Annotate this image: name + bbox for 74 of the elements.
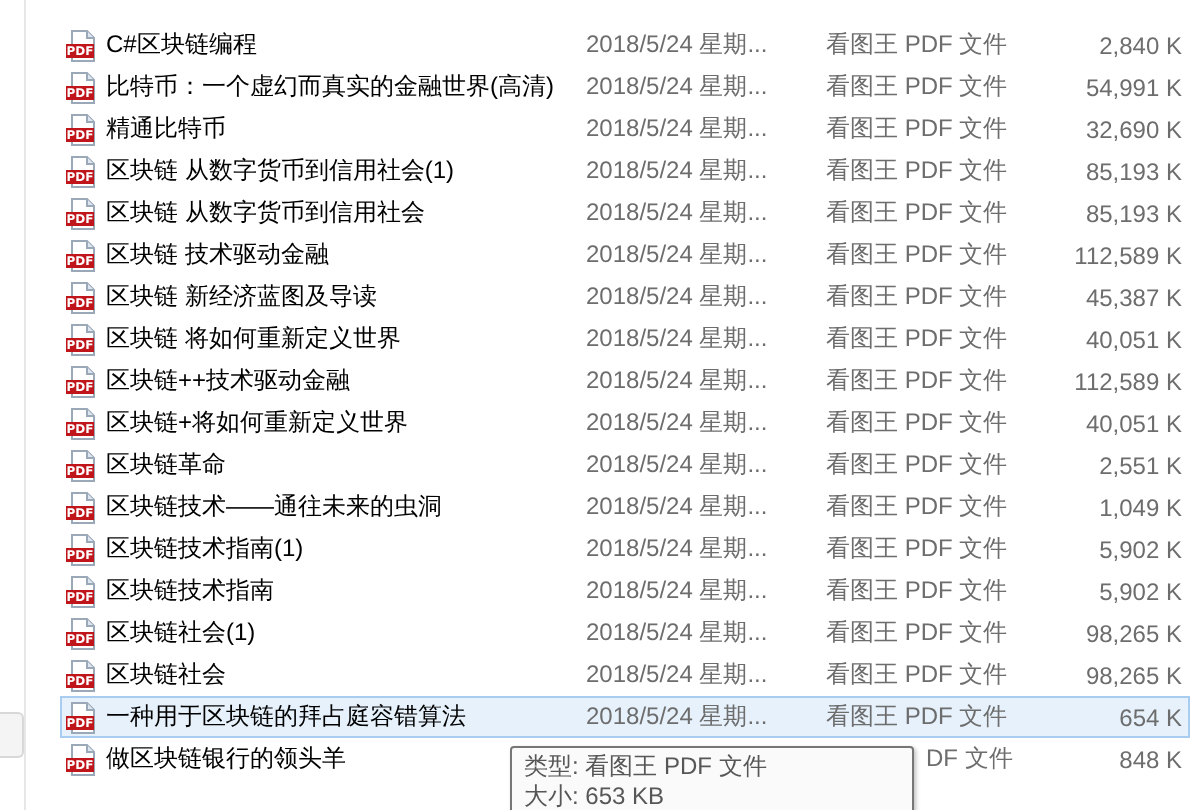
file-date: 2018/5/24 星期... [586,406,770,440]
file-size: 85,193 K [1083,157,1182,185]
file-size: 40,051 K [1083,409,1182,437]
file-date: 2018/5/24 星期... [586,322,770,356]
file-type: 看图王 PDF 文件 [826,322,1010,356]
file-type: 看图王 PDF 文件 [826,574,1010,608]
file-size: 32,690 K [1083,115,1182,143]
tooltip-line: 大小: 653 KB [524,782,667,810]
file-size: 2,840 K [1097,31,1182,59]
file-date: 2018/5/24 星期... [586,574,770,608]
file-type: 看图王 PDF 文件 [826,70,1010,104]
file-date: 2018/5/24 星期... [586,28,770,62]
file-size: 85,193 K [1083,199,1182,227]
file-type: DF 文件 [924,742,1015,776]
row-highlight[interactable] [60,696,1190,738]
file-name: 区块链 将如何重新定义世界 [106,324,401,352]
file-type: 看图王 PDF 文件 [826,280,1010,314]
file-type: 看图王 PDF 文件 [826,28,1010,62]
file-type: 看图王 PDF 文件 [826,238,1010,272]
file-size: 54,991 K [1083,73,1182,101]
file-name: 区块链 新经济蓝图及导读 [106,282,377,310]
file-type: 看图王 PDF 文件 [826,364,1010,398]
file-date: 2018/5/24 星期... [586,154,770,188]
file-date: 2018/5/24 星期... [586,490,770,524]
file-date: 2018/5/24 星期... [586,616,770,650]
file-date: 2018/5/24 星期... [586,532,770,566]
file-size: 98,265 K [1083,619,1182,647]
file-date: 2018/5/24 星期... [586,280,770,314]
file-name: 区块链 从数字货币到信用社会(1) [106,156,454,184]
file-name: 做区块链银行的领头羊 [106,744,346,772]
file-date: 2018/5/24 星期... [586,700,770,734]
file-size: 112,589 K [1072,241,1182,269]
file-type: 看图王 PDF 文件 [826,700,1010,734]
file-date: 2018/5/24 星期... [586,238,770,272]
file-date: 2018/5/24 星期... [586,448,770,482]
file-type: 看图王 PDF 文件 [826,154,1010,188]
file-name: 区块链 技术驱动金融 [106,240,329,268]
file-size: 1,049 K [1097,493,1182,521]
file-name: 区块链技术——通往未来的虫洞 [106,492,442,520]
file-date: 2018/5/24 星期... [586,112,770,146]
file-size: 5,902 K [1097,535,1182,563]
file-type: 看图王 PDF 文件 [826,406,1010,440]
tooltip-line: 类型: 看图王 PDF 文件 [524,752,769,782]
file-name: 区块链社会 [106,660,226,688]
file-type: 看图王 PDF 文件 [826,658,1010,692]
file-type: 看图王 PDF 文件 [826,112,1010,146]
file-size: 98,265 K [1083,661,1182,689]
file-size: 654 K [1117,703,1182,731]
file-type: 看图王 PDF 文件 [826,532,1010,566]
file-size: 5,902 K [1097,577,1182,605]
file-size: 40,051 K [1083,325,1182,353]
file-date: 2018/5/24 星期... [586,70,770,104]
file-size: 112,589 K [1072,367,1182,395]
file-size: 2,551 K [1097,451,1182,479]
file-date: 2018/5/24 星期... [586,196,770,230]
file-type: 看图王 PDF 文件 [826,490,1010,524]
file-date: 2018/5/24 星期... [586,658,770,692]
file-name: 一种用于区块链的拜占庭容错算法 [106,702,466,730]
file-size: 848 K [1117,745,1182,773]
file-name: 区块链++技术驱动金融 [106,366,351,394]
file-name: 精通比特币 [106,114,226,142]
file-name: 区块链+将如何重新定义世界 [106,408,409,436]
file-type: 看图王 PDF 文件 [826,448,1010,482]
file-date: 2018/5/24 星期... [586,364,770,398]
file-name: 区块链 从数字货币到信用社会 [106,198,425,226]
file-name: 区块链技术指南 [106,576,274,604]
file-name: 区块链革命 [106,450,226,478]
file-name: 区块链社会(1) [106,618,256,646]
file-name: C#区块链编程 [106,30,257,58]
file-type: 看图王 PDF 文件 [826,196,1010,230]
file-type: 看图王 PDF 文件 [826,616,1010,650]
file-name: 区块链技术指南(1) [106,534,304,562]
file-size: 45,387 K [1083,283,1182,311]
file-name: 比特币：一个虚幻而真实的金融世界(高清) [106,72,554,100]
